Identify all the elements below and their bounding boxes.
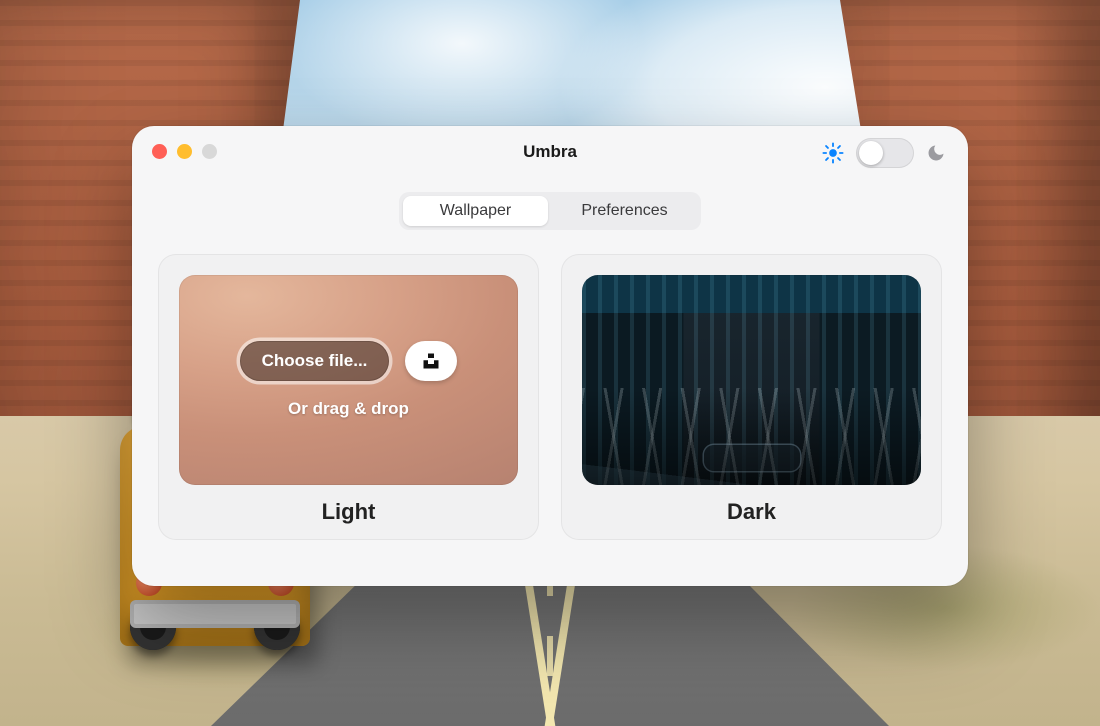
choose-file-button[interactable]: Choose file...	[240, 341, 390, 381]
traffic-lights	[152, 144, 217, 159]
tab-wallpaper-label: Wallpaper	[440, 202, 511, 220]
sun-icon	[822, 142, 844, 164]
dark-thumb-overlay-pill	[704, 445, 800, 471]
wallpaper-cards: Choose file...	[132, 230, 968, 540]
choose-file-label: Choose file...	[262, 351, 368, 370]
window-title: Umbra	[523, 142, 577, 162]
tabs-segmented-control: Wallpaper Preferences	[399, 192, 701, 230]
desktop-background: Umbra	[0, 0, 1100, 726]
dark-wallpaper-thumbnail[interactable]	[582, 275, 921, 485]
unsplash-icon	[422, 352, 440, 370]
light-card-label: Light	[322, 499, 376, 525]
theme-toggle-knob	[859, 141, 883, 165]
light-wallpaper-dropzone[interactable]: Choose file...	[179, 275, 518, 485]
tab-preferences-label: Preferences	[581, 202, 667, 220]
app-window: Umbra	[132, 126, 968, 586]
zoom-window-button[interactable]	[202, 144, 217, 159]
theme-toggle-switch[interactable]	[856, 138, 914, 168]
dark-wallpaper-card: Dark	[561, 254, 942, 540]
light-wallpaper-card: Choose file...	[158, 254, 539, 540]
choose-row: Choose file...	[240, 341, 458, 381]
dark-card-label: Dark	[727, 499, 776, 525]
moon-icon	[926, 143, 946, 163]
tab-preferences[interactable]: Preferences	[552, 196, 697, 226]
theme-controls	[822, 138, 946, 168]
close-window-button[interactable]	[152, 144, 167, 159]
tab-wallpaper[interactable]: Wallpaper	[403, 196, 548, 226]
unsplash-button[interactable]	[405, 341, 457, 381]
minimize-window-button[interactable]	[177, 144, 192, 159]
drag-drop-hint: Or drag & drop	[288, 399, 409, 419]
titlebar[interactable]: Umbra	[132, 126, 968, 178]
